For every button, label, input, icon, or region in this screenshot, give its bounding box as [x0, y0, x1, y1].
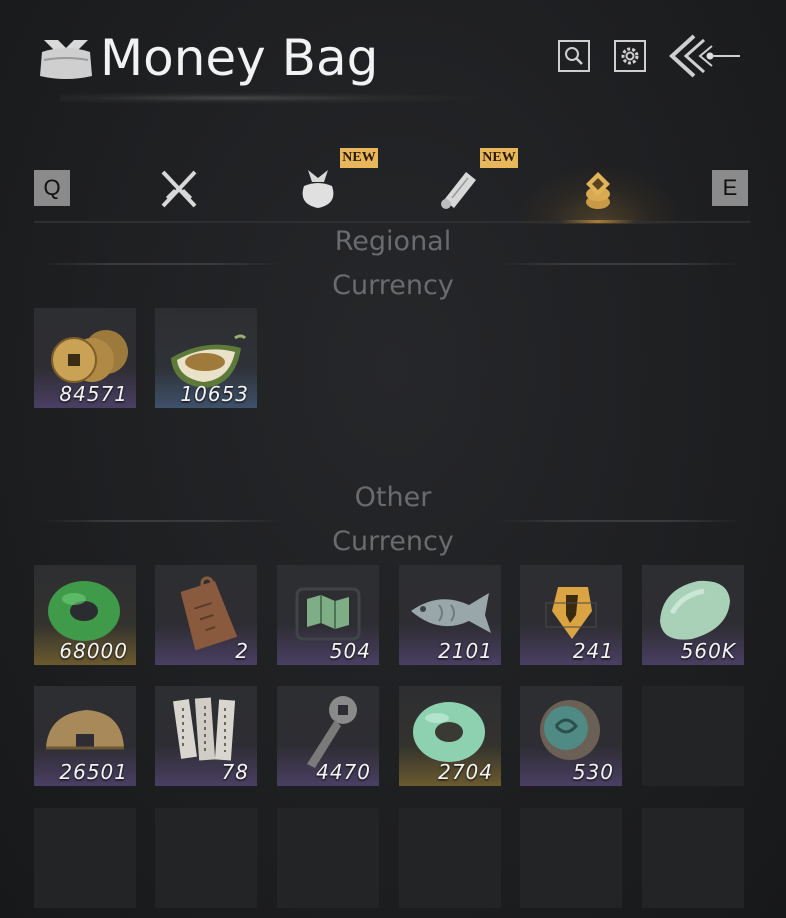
section-divider: [496, 520, 742, 522]
new-badge: NEW: [480, 148, 518, 168]
scroll-icon: [441, 172, 476, 209]
tab-weapons[interactable]: [147, 160, 211, 216]
new-badge: NEW: [340, 148, 378, 168]
empty-slot: [277, 808, 379, 908]
currency-slot[interactable]: 560K: [642, 565, 744, 665]
currency-slot[interactable]: 10653: [155, 308, 257, 408]
page-title: Money Bag: [100, 29, 379, 87]
cloth-bundle-icon: [302, 170, 334, 208]
settings-button[interactable]: [614, 40, 646, 72]
item-count: 4470: [316, 760, 371, 784]
empty-slot: [399, 808, 501, 908]
item-count: 68000: [59, 639, 128, 663]
empty-slot: [642, 808, 744, 908]
search-icon: [565, 47, 583, 65]
item-count: 26501: [59, 760, 128, 784]
currency-slot[interactable]: 78: [155, 686, 257, 786]
section-divider: [496, 263, 742, 265]
search-button[interactable]: [558, 40, 590, 72]
money-bag-title-icon: [40, 40, 92, 79]
section-divider: [40, 263, 284, 265]
currency-slot[interactable]: 2: [155, 565, 257, 665]
currency-slot[interactable]: 68000: [34, 565, 136, 665]
currency-slot[interactable]: 241: [520, 565, 622, 665]
item-count: 2704: [438, 760, 493, 784]
item-count: 10653: [180, 382, 249, 406]
section-divider: [40, 520, 284, 522]
item-count: 560K: [680, 639, 736, 663]
title-underline: [60, 92, 490, 104]
empty-slot: [520, 808, 622, 908]
empty-slot: [642, 686, 744, 786]
item-count: 241: [572, 639, 614, 663]
currency-slot[interactable]: 504: [277, 565, 379, 665]
item-count: 84571: [59, 382, 128, 406]
crossed-swords-icon: [161, 170, 197, 208]
item-count: 504: [329, 639, 371, 663]
currency-slot[interactable]: 26501: [34, 686, 136, 786]
tab-scrolls[interactable]: [426, 160, 490, 216]
back-arrow-button[interactable]: [668, 30, 742, 82]
next-tab-key[interactable]: E: [712, 170, 748, 206]
item-count: 2101: [438, 639, 493, 663]
prev-tab-key[interactable]: Q: [34, 170, 70, 206]
item-count: 530: [572, 760, 614, 784]
coin-stack-icon: [586, 172, 610, 209]
currency-slot[interactable]: 2101: [399, 565, 501, 665]
tab-bag[interactable]: [286, 160, 350, 216]
currency-slot[interactable]: 2704: [399, 686, 501, 786]
empty-slot: [155, 808, 257, 908]
empty-slot: [34, 808, 136, 908]
gear-icon: [621, 47, 639, 65]
tab-currency[interactable]: [566, 160, 630, 216]
currency-slot[interactable]: 4470: [277, 686, 379, 786]
item-count: 78: [221, 760, 249, 784]
currency-slot[interactable]: 84571: [34, 308, 136, 408]
currency-slot[interactable]: 530: [520, 686, 622, 786]
item-count: 2: [235, 639, 249, 663]
